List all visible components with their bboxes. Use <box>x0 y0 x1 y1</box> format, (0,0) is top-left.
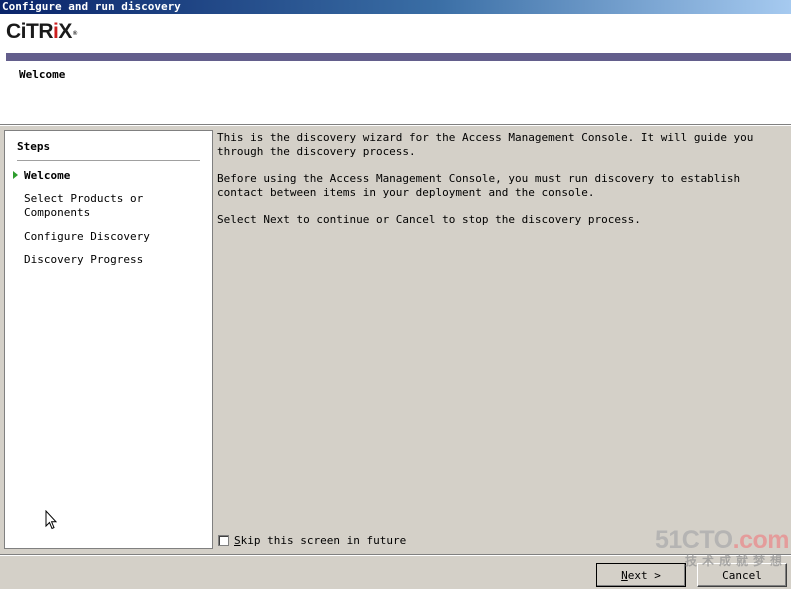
wizard-header: CiTRiX® Welcome <box>0 14 791 126</box>
window-title: Configure and run discovery <box>2 0 181 13</box>
skip-screen-label: Skip this screen in future <box>234 533 407 547</box>
intro-paragraph: This is the discovery wizard for the Acc… <box>217 131 754 158</box>
step-item-select-products[interactable]: Select Products or Components <box>24 192 144 220</box>
window-titlebar[interactable]: Configure and run discovery <box>0 0 791 14</box>
steps-panel: Steps Welcome Select Products or Compone… <box>4 130 213 549</box>
steps-heading: Steps <box>17 140 51 153</box>
next-cancel-paragraph: Select Next to continue or Cancel to sto… <box>217 213 641 226</box>
current-step-arrow-icon <box>13 171 18 179</box>
wizard-content: This is the discovery wizard for the Acc… <box>217 130 791 550</box>
mouse-pointer-icon <box>45 509 58 533</box>
skip-screen-option[interactable]: Skip this screen in future <box>218 533 406 547</box>
cancel-button[interactable]: Cancel <box>697 563 787 587</box>
skip-screen-checkbox[interactable] <box>218 534 229 546</box>
header-divider <box>0 124 791 126</box>
footer-divider <box>0 554 791 556</box>
step-item-discovery-progress[interactable]: Discovery Progress <box>24 253 204 267</box>
header-band <box>6 53 791 61</box>
steps-divider <box>17 160 200 161</box>
next-button[interactable]: Next > <box>596 563 686 587</box>
citrix-logo: CiTRiX® <box>6 20 77 43</box>
instructions-paragraph: Before using the Access Management Conso… <box>217 172 741 199</box>
page-title: Welcome <box>19 68 66 81</box>
step-item-configure-discovery[interactable]: Configure Discovery <box>24 230 204 244</box>
step-item-welcome[interactable]: Welcome <box>24 169 204 183</box>
wizard-window: Configure and run discovery CiTRiX® Welc… <box>0 0 791 589</box>
